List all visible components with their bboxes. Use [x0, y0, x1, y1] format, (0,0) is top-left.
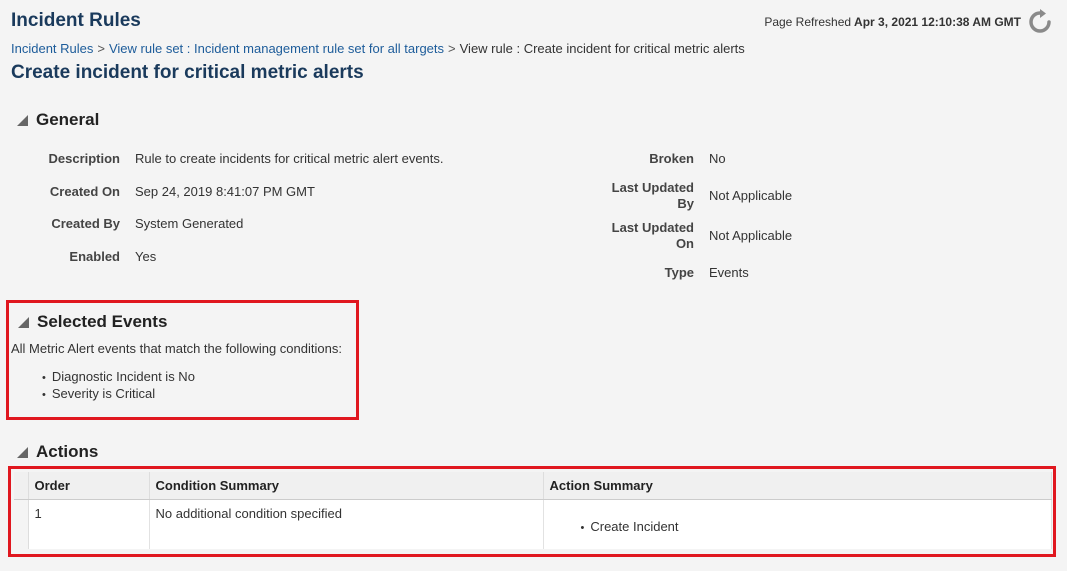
actions-section-toggle[interactable]: Actions: [17, 442, 98, 462]
general-section-title: General: [36, 110, 100, 129]
created-by-label: Created By: [51, 216, 120, 231]
created-by-value: System Generated: [135, 216, 244, 231]
event-conditions-list: Diagnostic Incident is No Severity is Cr…: [42, 369, 195, 403]
broken-value: No: [709, 151, 726, 166]
enabled-label: Enabled: [69, 249, 120, 264]
column-header-action-summary[interactable]: Action Summary: [543, 472, 1052, 500]
order-cell: 1: [28, 499, 150, 549]
created-on-label: Created On: [49, 184, 120, 199]
page-refresh-status: Page Refreshed Apr 3, 2021 12:10:38 AM G…: [764, 9, 1053, 35]
type-label: Type: [664, 265, 694, 280]
app-title: Incident Rules: [11, 10, 141, 31]
table-row[interactable]: 1 No additional condition specified Crea…: [14, 499, 1052, 549]
refresh-label: Page Refreshed: [764, 15, 852, 29]
last-updated-on-label: Last Updated On: [611, 220, 694, 251]
refresh-icon[interactable]: [1027, 9, 1053, 35]
action-list: Create Incident: [581, 519, 1046, 534]
condition-summary-cell: No additional condition specified: [149, 499, 544, 549]
column-header-condition-summary[interactable]: Condition Summary: [149, 472, 544, 500]
created-on-value: Sep 24, 2019 8:41:07 PM GMT: [135, 184, 315, 199]
breadcrumb-incident-rules[interactable]: Incident Rules: [11, 41, 93, 56]
row-gutter-header: [14, 472, 29, 500]
selected-events-section-title: Selected Events: [37, 312, 168, 331]
event-condition-item: Diagnostic Incident is No: [42, 369, 195, 386]
refresh-time: Apr 3, 2021 12:10:38 AM GMT: [854, 15, 1021, 29]
collapse-triangle-icon: [18, 316, 29, 328]
column-header-order[interactable]: Order: [28, 472, 150, 500]
last-updated-by-label: Last Updated By: [611, 180, 694, 211]
description-value: Rule to create incidents for critical me…: [135, 151, 444, 166]
event-condition-item: Severity is Critical: [42, 386, 195, 403]
action-item: Create Incident: [581, 519, 1046, 534]
row-gutter: [14, 499, 29, 549]
broken-label: Broken: [649, 151, 694, 166]
selected-events-description: All Metric Alert events that match the f…: [11, 341, 342, 356]
last-updated-by-value: Not Applicable: [709, 188, 793, 203]
breadcrumb-separator: >: [448, 41, 456, 56]
page-title: Create incident for critical metric aler…: [11, 62, 364, 83]
actions-table: Order Condition Summary Action Summary 1…: [14, 472, 1052, 549]
selected-events-section-toggle[interactable]: Selected Events: [18, 312, 167, 332]
action-summary-cell: Create Incident: [543, 499, 1052, 549]
last-updated-on-value: Not Applicable: [709, 228, 793, 243]
breadcrumb-current: View rule : Create incident for critical…: [459, 41, 745, 56]
collapse-triangle-icon: [17, 446, 28, 458]
breadcrumb-separator: >: [97, 41, 105, 56]
description-label: Description: [48, 151, 120, 166]
actions-table-header-row: Order Condition Summary Action Summary: [14, 472, 1052, 500]
actions-section-title: Actions: [36, 442, 99, 461]
type-value: Events: [709, 265, 749, 280]
enabled-value: Yes: [135, 249, 157, 264]
breadcrumb: Incident Rules > View rule set : Incident …: [11, 41, 745, 56]
collapse-triangle-icon: [17, 114, 28, 126]
general-section-toggle[interactable]: General: [17, 110, 99, 130]
breadcrumb-view-rule-set[interactable]: View rule set : Incident management rule…: [109, 41, 444, 56]
